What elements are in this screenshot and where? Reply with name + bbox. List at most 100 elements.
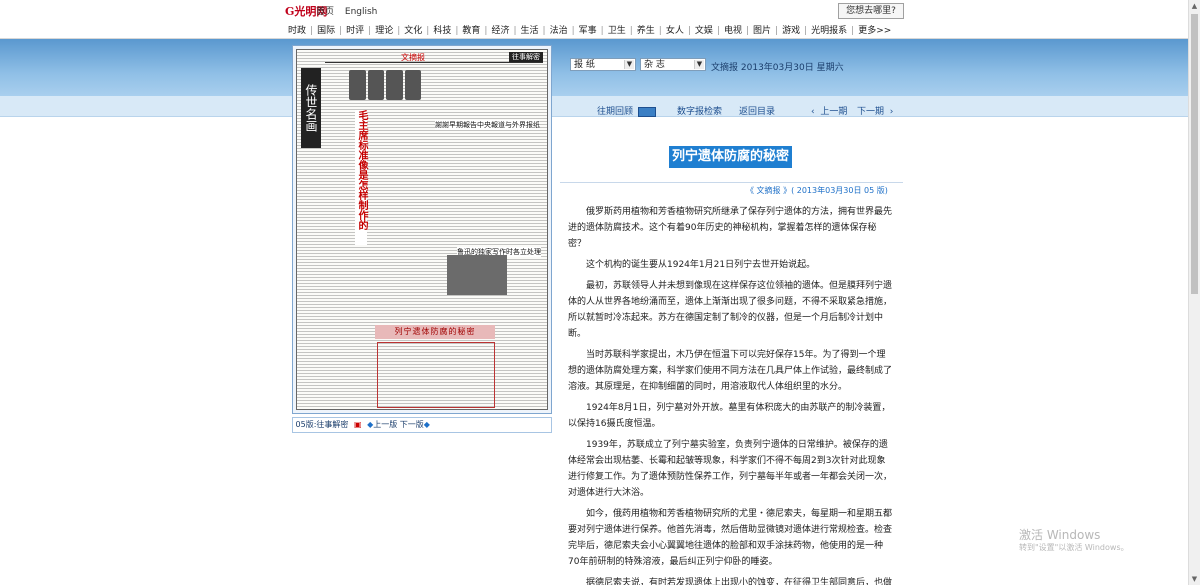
- nav-separator: |: [775, 26, 779, 36]
- nav-separator: |: [804, 26, 808, 36]
- nav-separator: |: [339, 26, 343, 36]
- article-body: 俄罗斯药用植物和芳香植物研究所继承了保存列宁遗体的方法，拥有世界最先进的遗体防腐…: [568, 204, 894, 585]
- nav-separator: |: [658, 26, 662, 36]
- nav-item[interactable]: 图片: [753, 26, 771, 36]
- article-source: 《 文摘报 》( 2013年03月30日 05 版): [746, 186, 888, 195]
- paper-name: 文摘报: [711, 63, 739, 73]
- article-area-headline-2[interactable]: 謝謝早期報告中央報道与外界报纸: [435, 120, 540, 130]
- article-paragraph: 这个机构的诞生要从1924年1月21日列宁去世开始说起。: [586, 260, 816, 270]
- nav-separator: |: [542, 26, 546, 36]
- nav-separator: |: [629, 26, 633, 36]
- nav-item[interactable]: 电视: [724, 26, 742, 36]
- where-to-go-button[interactable]: 您想去哪里?: [838, 3, 904, 19]
- issue-date-info: 文摘报 2013年03月30日 星期六: [711, 60, 844, 73]
- category-select[interactable]: 杂 志 ▼: [640, 58, 706, 71]
- article-paragraph: 1924年8月1日，列宁墓对外开放。墓里有体积庞大的由苏联产的制冷装置，以保持1…: [568, 403, 891, 429]
- nav-item[interactable]: 文化: [404, 26, 422, 36]
- nav-separator: |: [455, 26, 459, 36]
- nav-item[interactable]: 理论: [375, 26, 393, 36]
- digital-search-link[interactable]: 数字报检索: [677, 104, 722, 117]
- nav-item[interactable]: 经济: [491, 26, 509, 36]
- chevron-down-icon: ▼: [624, 60, 634, 69]
- article-paragraph: 据德尼索夫说，有时若发现遗体上出现小的蚀变，在征得卫生部同意后，也做过极小的细胞…: [586, 578, 893, 585]
- activation-watermark-text: 转到"设置"以激活 Windows。: [1019, 543, 1129, 552]
- nav-items: 时政 | 国际 | 时评 | 理论 | 文化 | 科技 | 教育 | 经济 | 生活 | 法治 | 军事 | 卫生 | 养生 | 女…: [288, 23, 891, 36]
- nav-item[interactable]: 光明报系: [811, 26, 847, 36]
- portrait-photo: [404, 70, 421, 100]
- article-photo: [447, 255, 507, 295]
- nav-separator: |: [397, 26, 401, 36]
- portrait-photo: [367, 70, 384, 100]
- nav-item[interactable]: 时评: [346, 26, 364, 36]
- article-area-lenin[interactable]: 列宁遗体防腐的秘密: [375, 325, 495, 339]
- nav-item[interactable]: 时政: [288, 26, 306, 36]
- top-links: 首页 English: [316, 4, 385, 17]
- prev-issue-label: 上一期: [820, 107, 848, 117]
- nav-separator: |: [600, 26, 604, 36]
- chevron-right-icon: ›: [889, 107, 894, 117]
- issue-date: 2013年03月30日: [740, 63, 814, 73]
- page-label: 05版:往事解密: [295, 420, 349, 429]
- calendar-icon[interactable]: [637, 106, 656, 117]
- past-review-link[interactable]: 往期回顾: [597, 104, 656, 117]
- diamond-icon: ◆: [423, 420, 430, 429]
- top-bar: G光明网 首页 English 您想去哪里?: [0, 0, 1188, 20]
- masthead-brand: 文摘报: [401, 53, 425, 62]
- chevron-down-icon: ▼: [694, 60, 704, 69]
- scroll-down-icon[interactable]: ▼: [1191, 575, 1198, 583]
- nav-item[interactable]: 游戏: [782, 26, 800, 36]
- prev-issue-link[interactable]: ‹ 上一期: [811, 104, 847, 117]
- nav-item[interactable]: 生活: [521, 26, 539, 36]
- nav-separator: |: [513, 26, 517, 36]
- portrait-photo: [386, 70, 403, 100]
- article-paragraph: 如今，俄药用植物和芳香植物研究所的尤里・德尼索夫，每星期一和星期五都要对列宁遗体…: [568, 509, 893, 567]
- nav-item[interactable]: 养生: [637, 26, 655, 36]
- next-page-link[interactable]: 下一版: [400, 420, 424, 429]
- english-link[interactable]: English: [345, 7, 378, 17]
- activation-watermark-title: 激活 Windows: [1019, 528, 1101, 542]
- portrait-photo: [349, 70, 366, 100]
- category-value: 杂 志: [644, 60, 665, 70]
- nav-item[interactable]: 教育: [462, 26, 480, 36]
- nav-item[interactable]: 文娱: [695, 26, 713, 36]
- nav-separator: |: [571, 26, 575, 36]
- pdf-icon[interactable]: ▣: [354, 420, 362, 429]
- newspaper-page-thumbnail[interactable]: 文摘报 往事解密 传世名画 毛主席标准像是怎样制作的 謝謝早期報告中央報道与外界…: [292, 45, 552, 414]
- nav-item[interactable]: 法治: [550, 26, 568, 36]
- page-caption-bar: 05版:往事解密 ▣ ◆上一版 下一版◆: [292, 417, 552, 433]
- article-title: 列宁遗体防腐的秘密: [669, 146, 793, 168]
- next-issue-label: 下一期: [857, 107, 885, 117]
- article-paragraph: 最初，苏联领导人并未想到像现在这样保存这位领袖的遗体。但是膜拜列宁遗体的人从世界…: [568, 281, 893, 339]
- newspaper-page[interactable]: 文摘报 往事解密 传世名画 毛主席标准像是怎样制作的 謝謝早期報告中央報道与外界…: [296, 49, 548, 410]
- nav-item[interactable]: 女人: [666, 26, 684, 36]
- paper-type-select[interactable]: 报 纸 ▼: [570, 58, 636, 71]
- scroll-up-icon[interactable]: ▲: [1191, 2, 1198, 10]
- prev-page-link[interactable]: 上一版: [373, 420, 397, 429]
- back-to-index-link[interactable]: 返回目录: [739, 104, 775, 117]
- nav-separator: |: [368, 26, 372, 36]
- nav-separator: |: [310, 26, 314, 36]
- nav-item[interactable]: 国际: [317, 26, 335, 36]
- scrollbar-thumb[interactable]: [1191, 14, 1198, 294]
- masthead-section: 往事解密: [509, 52, 543, 62]
- vertical-scrollbar[interactable]: ▲ ▼: [1188, 0, 1200, 585]
- nav-item[interactable]: 科技: [433, 26, 451, 36]
- home-link[interactable]: 首页: [316, 7, 334, 17]
- article-area-mao-portrait[interactable]: 毛主席标准像是怎样制作的: [355, 110, 367, 245]
- nav-item[interactable]: 卫生: [608, 26, 626, 36]
- section-vertical-title: 传世名画: [301, 68, 321, 148]
- next-issue-link[interactable]: 下一期 ›: [857, 104, 893, 117]
- sub-nav-bar: [0, 96, 1188, 117]
- article-box-lenin[interactable]: [377, 342, 495, 408]
- title-divider: [560, 182, 903, 183]
- page-masthead: 文摘报 往事解密: [325, 52, 543, 63]
- nav-separator: |: [851, 26, 855, 36]
- nav-item[interactable]: 更多>>: [858, 26, 891, 36]
- article-paragraph: 俄罗斯药用植物和芳香植物研究所继承了保存列宁遗体的方法，拥有世界最先进的遗体防腐…: [568, 207, 893, 249]
- nav-separator: |: [745, 26, 749, 36]
- nav-separator: |: [687, 26, 691, 36]
- main-nav: 时政 | 国际 | 时评 | 理论 | 文化 | 科技 | 教育 | 经济 | 生活 | 法治 | 军事 | 卫生 | 养生 | 女…: [0, 20, 1188, 39]
- nav-item[interactable]: 军事: [579, 26, 597, 36]
- chevron-left-icon: ‹: [811, 107, 815, 117]
- article-paragraph: 当时苏联科学家提出，木乃伊在恒温下可以完好保存15年。为了得到一个理想的遗体防腐…: [568, 350, 893, 392]
